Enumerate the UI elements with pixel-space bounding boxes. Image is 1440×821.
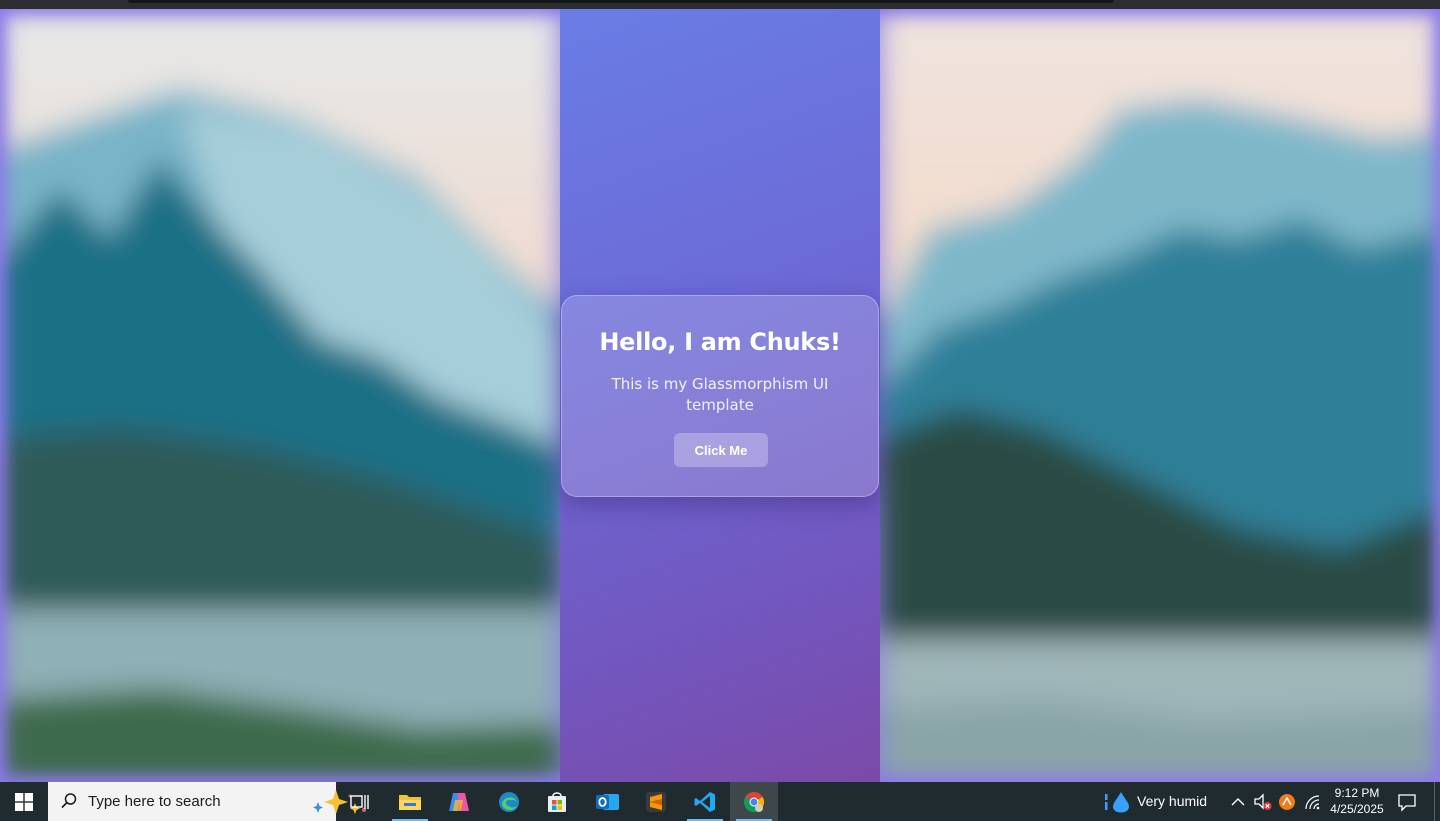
microsoft-store-button[interactable] [533,782,581,821]
search-placeholder: Type here to search [88,793,221,810]
browser-top-strip [0,0,1440,9]
copilot-button[interactable] [435,782,483,821]
taskbar-search-box[interactable]: Type here to search [48,782,366,821]
card-title: Hello, I am Chuks! [599,328,841,356]
page-viewport: Hello, I am Chuks! This is my Glassmorph… [0,9,1440,782]
edge-browser-button[interactable] [485,782,533,821]
volume-muted-icon[interactable] [1253,793,1273,811]
store-icon [548,791,566,812]
clock-time: 9:12 PM [1334,786,1380,800]
taskbar-clock[interactable]: 9:12 PM 4/25/2025 [1322,785,1392,817]
chrome-button[interactable] [730,782,778,821]
sublime-text-icon [646,791,666,812]
copilot-icon [449,792,469,811]
glass-card: Hello, I am Chuks! This is my Glassmorph… [561,295,879,497]
weather-text[interactable]: Very humid [1137,793,1207,809]
start-button[interactable] [0,782,48,821]
task-view-icon [350,794,369,809]
file-explorer-button[interactable] [386,782,434,821]
chrome-icon [743,791,765,812]
vscode-icon [694,791,715,812]
app-tray-icon[interactable] [1278,793,1296,811]
edge-icon [499,791,519,812]
show-desktop-button[interactable] [1434,782,1440,821]
vscode-button[interactable] [681,782,729,821]
outlook-button[interactable] [583,782,631,821]
clock-date: 4/25/2025 [1330,802,1384,816]
task-view-button[interactable] [336,782,384,821]
outlook-icon [596,793,619,810]
humidity-drop-icon[interactable] [1104,791,1132,813]
sublime-text-button[interactable] [632,782,680,821]
card-description: This is my Glassmorphism UI template [611,375,829,414]
chevron-up-icon[interactable] [1230,794,1246,810]
windows-logo-icon [15,792,33,811]
folder-icon [399,794,421,810]
notifications-icon[interactable] [1397,792,1417,812]
browser-scrollbar[interactable] [128,0,1114,3]
search-icon [61,793,77,809]
windows-taskbar: Type here to search Very humid 9:12 PM 4… [0,782,1440,821]
wifi-icon[interactable] [1303,793,1321,811]
click-me-button[interactable]: Click Me [674,433,768,467]
